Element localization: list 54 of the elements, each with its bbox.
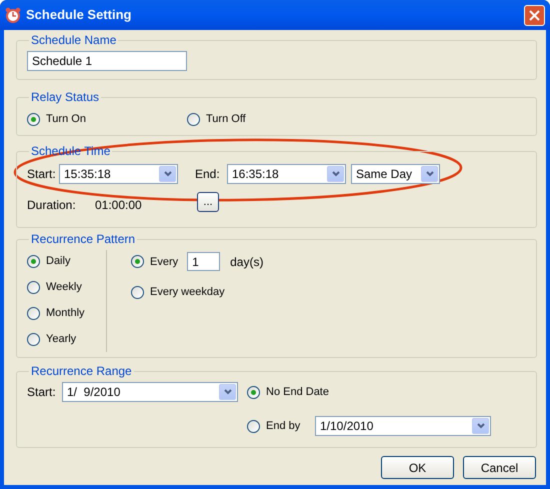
radio-button[interactable] [247,420,260,432]
more-button[interactable]: ... [197,192,219,212]
alarm-clock-icon [5,7,21,23]
dialog-button[interactable]: Cancel [463,456,536,479]
radio-button[interactable] [27,112,40,126]
radio-label[interactable]: No End Date [266,385,329,399]
dropdown-button[interactable] [159,166,176,182]
radio-button[interactable] [247,386,260,398]
chevron-down-icon [476,423,484,429]
close-icon [528,8,541,22]
group-title: Recurrence Range [30,364,133,378]
group-title: Schedule Name [30,33,118,47]
group-title: Relay Status [30,90,100,104]
radio-label[interactable]: Daily [46,254,70,268]
chevron-down-icon [164,171,172,177]
chevron-down-icon [332,171,340,177]
unit-label: day(s) [230,254,264,268]
window-title: Schedule Setting [26,8,132,22]
radio-label[interactable]: Monthly [46,306,85,320]
dropdown-button[interactable] [421,166,438,182]
radio-button[interactable] [187,112,200,126]
radio-button[interactable] [131,255,144,268]
radio-label[interactable]: Every weekday [150,285,225,299]
day-dropdown[interactable]: Same Day [351,164,440,184]
field-label: Start: [27,385,57,399]
field-label: End: [195,167,221,181]
radio-label[interactable]: Yearly [46,332,76,346]
duration-value: 01:00:00 [95,198,143,212]
radio-button[interactable] [131,286,144,298]
date-dropdown[interactable]: 1/ 9/2010 [62,382,238,402]
radio-label[interactable]: Turn On [46,112,86,126]
radio-button[interactable] [27,280,40,294]
radio-label[interactable]: Weekly [46,280,82,294]
field-label: Start: [27,167,57,181]
group-title: Recurrence Pattern [30,232,136,246]
dropdown-button[interactable] [327,166,344,182]
radio-label[interactable]: Every [150,254,178,268]
time-dropdown[interactable]: 16:35:18 [227,164,346,184]
field-label: Duration: [27,198,77,212]
dialog-button[interactable]: OK [381,456,454,479]
dropdown-button[interactable] [472,418,489,434]
radio-label[interactable]: Turn Off [206,112,246,126]
radio-label[interactable]: End by [266,419,300,433]
radio-button[interactable] [27,332,40,346]
close-button[interactable] [524,4,545,26]
chevron-down-icon [426,171,434,177]
name-field[interactable]: Schedule 1 [27,51,187,71]
radio-button[interactable] [27,254,40,268]
radio-button[interactable] [27,306,40,320]
date-dropdown[interactable]: 1/10/2010 [315,416,491,436]
chevron-down-icon [224,389,232,395]
interval-field[interactable]: 1 [187,252,220,271]
dropdown-button[interactable] [219,384,236,400]
time-dropdown[interactable]: 15:35:18 [59,164,178,184]
